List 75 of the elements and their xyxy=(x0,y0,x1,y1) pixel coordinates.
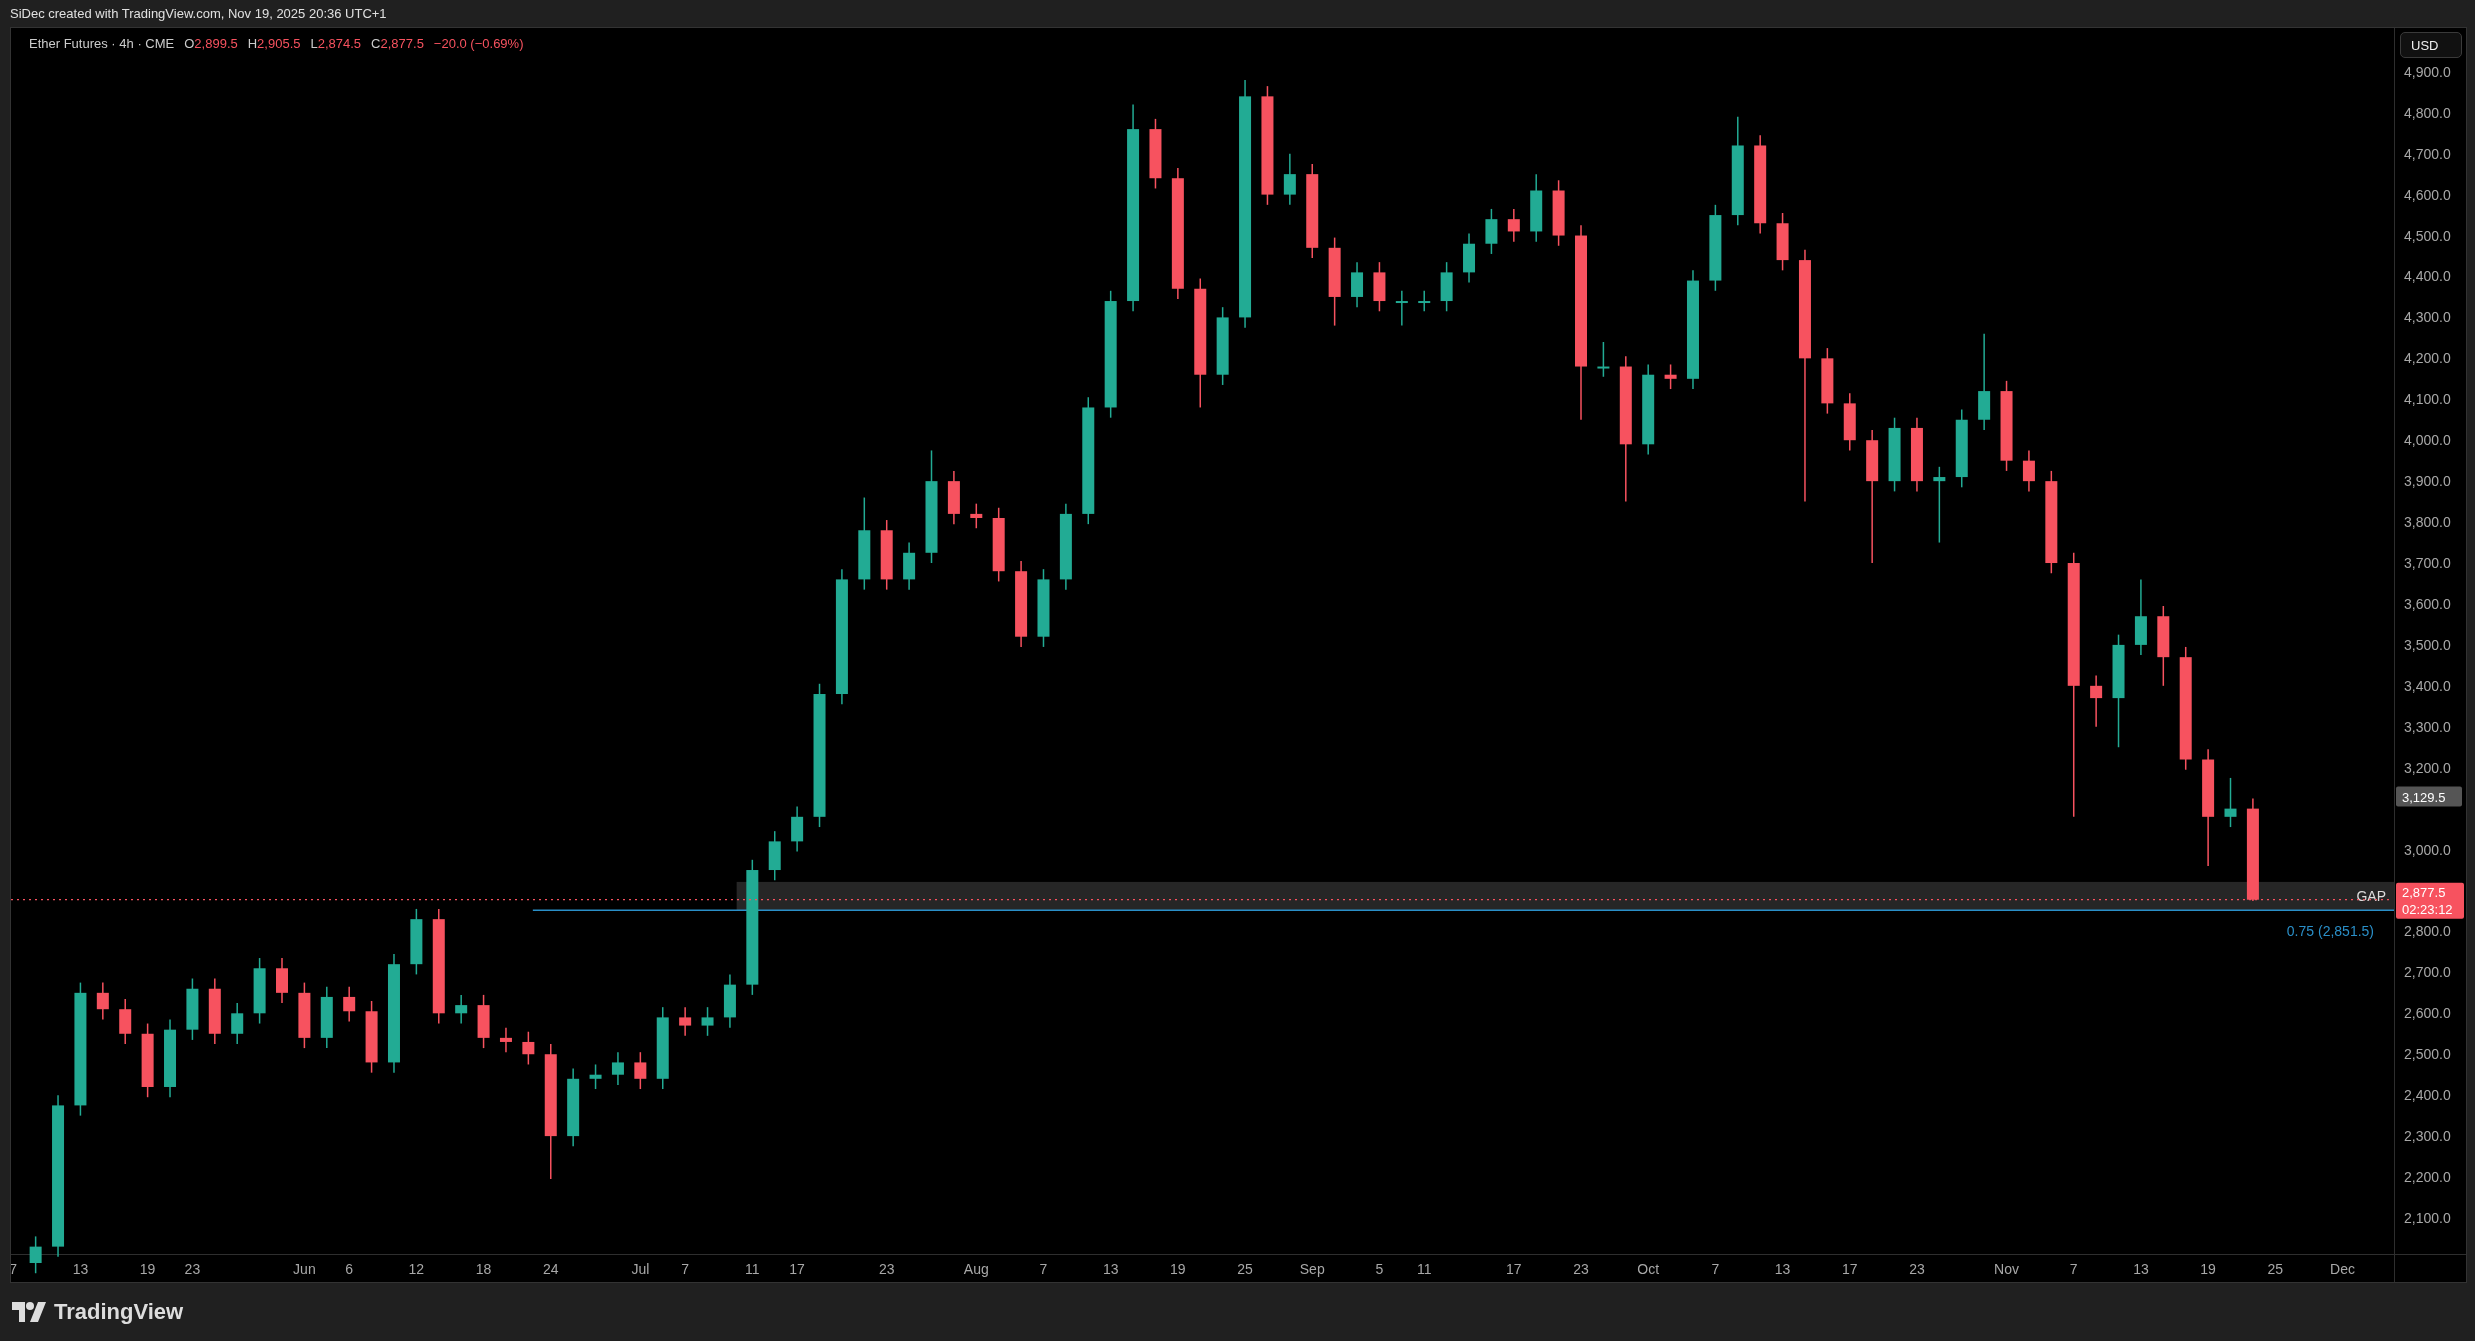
price-tick: 2,200.0 xyxy=(2404,1169,2451,1186)
price-tick: 3,900.0 xyxy=(2404,473,2451,490)
date-tick: 17 xyxy=(1841,1261,1858,1277)
brand-name: TradingView xyxy=(54,1299,184,1325)
price-tick: 2,800.0 xyxy=(2404,923,2451,940)
date-tick: 13 xyxy=(72,1261,89,1277)
ohlc-value: L2,874.5 xyxy=(310,36,362,51)
last-price-badge: 2,877.5 02:23:12 xyxy=(2396,882,2464,919)
price-tick: 4,700.0 xyxy=(2404,145,2451,162)
currency-button[interactable]: USD xyxy=(2400,32,2462,58)
price-tick: 4,400.0 xyxy=(2404,268,2451,285)
date-tick: 18 xyxy=(475,1261,492,1277)
date-tick: 24 xyxy=(542,1261,559,1277)
date-tick: 23 xyxy=(878,1261,895,1277)
date-tick: 11 xyxy=(1416,1261,1432,1277)
price-tick: 4,600.0 xyxy=(2404,186,2451,203)
date-tick: 7 xyxy=(681,1261,690,1277)
price-tick: 3,500.0 xyxy=(2404,636,2451,653)
ohlc-value: C2,877.5 xyxy=(371,36,424,51)
date-tick: 23 xyxy=(1909,1261,1925,1277)
price-change: −20.0 (−0.69%) xyxy=(433,36,524,51)
date-tick: 13 xyxy=(2133,1261,2149,1277)
gap-label: GAP xyxy=(2356,887,2386,904)
price-tick: 3,300.0 xyxy=(2404,718,2451,735)
price-tick: 3,400.0 xyxy=(2404,677,2451,694)
price-tick: 2,300.0 xyxy=(2404,1128,2451,1145)
price-tick: 4,500.0 xyxy=(2404,227,2451,244)
price-tick: 2,500.0 xyxy=(2404,1046,2451,1063)
date-tick: Oct xyxy=(1637,1261,1660,1277)
symbol-title: Ether Futures · 4h · CME xyxy=(29,36,175,51)
price-tick: 3,000.0 xyxy=(2404,841,2451,858)
date-tick: 19 xyxy=(2200,1261,2216,1277)
price-tick: 4,900.0 xyxy=(2404,63,2451,80)
price-tick: 3,800.0 xyxy=(2404,514,2451,531)
date-tick: 25 xyxy=(1237,1261,1253,1277)
level-label: 0.75 (2,851.5) xyxy=(2286,923,2374,940)
date-tick: Aug xyxy=(963,1261,989,1277)
attribution-text: SiDec created with TradingView.com, Nov 19, 2025 20:36 UTC+1 xyxy=(9,5,388,21)
date-tick: 23 xyxy=(1573,1261,1589,1277)
price-tick: 4,800.0 xyxy=(2404,104,2451,121)
price-tick: 4,200.0 xyxy=(2404,350,2451,367)
date-tick: 5 xyxy=(1375,1261,1384,1277)
date-tick: 6 xyxy=(345,1261,354,1277)
date-tick: 13 xyxy=(1102,1261,1119,1277)
date-tick: 25 xyxy=(2267,1261,2284,1277)
logo-icon xyxy=(12,1302,46,1322)
date-tick: 17 xyxy=(1506,1261,1522,1277)
date-tick: Dec xyxy=(2330,1261,2355,1277)
price-tick: 4,300.0 xyxy=(2404,309,2451,326)
price-tick: 2,400.0 xyxy=(2404,1087,2451,1104)
date-tick: Jun xyxy=(293,1261,316,1277)
date-tick: 17 xyxy=(789,1261,805,1277)
date-tick: 19 xyxy=(1170,1261,1186,1277)
date-tick: 7 xyxy=(1039,1261,1048,1277)
date-tick: Sep xyxy=(1299,1261,1325,1277)
price-tick: 3,600.0 xyxy=(2404,595,2451,612)
date-tick: 7 xyxy=(2069,1261,2078,1277)
date-tick: 23 xyxy=(184,1261,201,1277)
ohlc-value: H2,905.5 xyxy=(247,36,301,51)
date-tick: 19 xyxy=(139,1261,156,1277)
price-tick: 2,600.0 xyxy=(2404,1005,2451,1022)
date-tick: 11 xyxy=(745,1261,760,1277)
price-tick: 4,000.0 xyxy=(2404,432,2451,449)
price-tick: 4,100.0 xyxy=(2404,391,2451,408)
date-tick: 7 xyxy=(1711,1261,1720,1277)
date-tick: 13 xyxy=(1774,1261,1791,1277)
price-marker: 3,129.5 xyxy=(2396,786,2462,807)
price-tick: 3,700.0 xyxy=(2404,555,2451,571)
price-tick: 2,700.0 xyxy=(2404,964,2451,981)
date-tick: 12 xyxy=(408,1261,425,1277)
price-tick: 2,100.0 xyxy=(2404,1210,2451,1226)
price-tick: 3,200.0 xyxy=(2404,759,2451,776)
date-tick: Jul xyxy=(631,1261,650,1277)
date-tick: Nov xyxy=(1994,1261,2019,1277)
ohlc-value: O2,899.5 xyxy=(184,36,238,51)
